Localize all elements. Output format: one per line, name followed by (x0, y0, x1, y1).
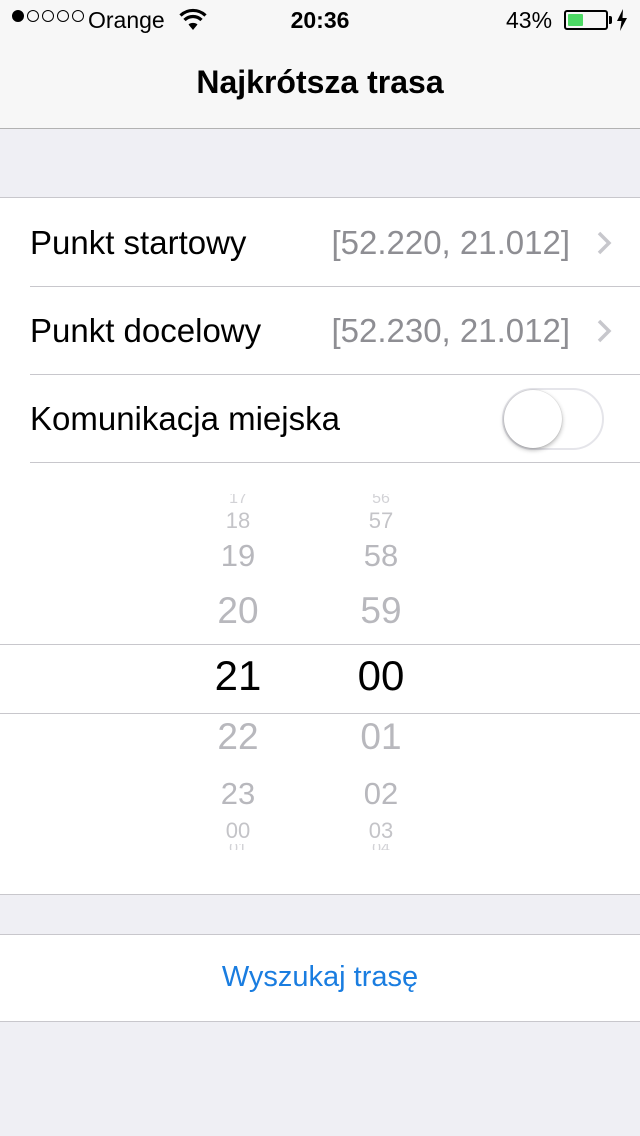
start-point-value: [52.220, 21.012] (331, 224, 570, 261)
hour-option: 17 (229, 494, 247, 504)
route-settings-section: Punkt startowy [52.220, 21.012] Punkt do… (0, 197, 640, 895)
hour-option: 18 (225, 508, 251, 533)
minute-option: 02 (363, 776, 399, 811)
hour-selected: 21 (214, 652, 262, 699)
minute-option: 01 (360, 716, 402, 757)
battery-icon (564, 10, 608, 30)
hour-option: 22 (217, 716, 259, 757)
battery-percent: 43% (506, 7, 553, 33)
hour-option: 01 (178, 844, 298, 850)
minute-option: 04 (321, 844, 441, 850)
minute-option: 57 (368, 508, 394, 533)
search-route-button[interactable]: Wyszukaj trasę (0, 934, 640, 1022)
hour-option: 20 (217, 590, 259, 631)
destination-point-row[interactable]: Punkt docelowy [52.230, 21.012] (30, 286, 640, 375)
battery-nub (609, 16, 612, 24)
minute-option: 56 (372, 494, 390, 504)
page-title: Najkrótsza trasa (196, 64, 444, 100)
lightning-bolt-icon (617, 9, 627, 31)
time-picker[interactable]: 17 18 19 20 21 22 23 00 01 56 57 58 59 0… (0, 462, 640, 894)
destination-point-value: [52.230, 21.012] (331, 312, 570, 349)
hour-option: 19 (220, 538, 256, 573)
navigation-bar: Orange 20:36 43% Najkrótsza trasa (0, 0, 640, 129)
status-bar: Orange 20:36 43% (0, 0, 640, 40)
start-point-label: Punkt startowy (30, 224, 247, 261)
minute-option: 59 (360, 590, 402, 631)
hour-option: 00 (225, 818, 251, 843)
chevron-right-icon (597, 319, 612, 343)
public-transport-toggle[interactable] (502, 388, 604, 450)
toggle-knob (504, 390, 562, 448)
hour-option: 23 (220, 776, 256, 811)
minute-option: 58 (363, 538, 399, 573)
public-transport-label: Komunikacja miejska (30, 400, 340, 437)
picker-selection-band (0, 644, 640, 714)
destination-point-label: Punkt docelowy (30, 312, 262, 349)
public-transport-row: Komunikacja miejska (30, 374, 640, 463)
chevron-right-icon (597, 231, 612, 255)
battery-level-fill (568, 14, 583, 26)
start-point-row[interactable]: Punkt startowy [52.220, 21.012] (30, 198, 640, 287)
minute-selected: 00 (357, 652, 405, 699)
minute-option: 03 (368, 818, 394, 843)
search-route-label: Wyszukaj trasę (221, 961, 419, 993)
screen: Orange 20:36 43% Najkrótsza trasa Punkt … (0, 0, 640, 1136)
